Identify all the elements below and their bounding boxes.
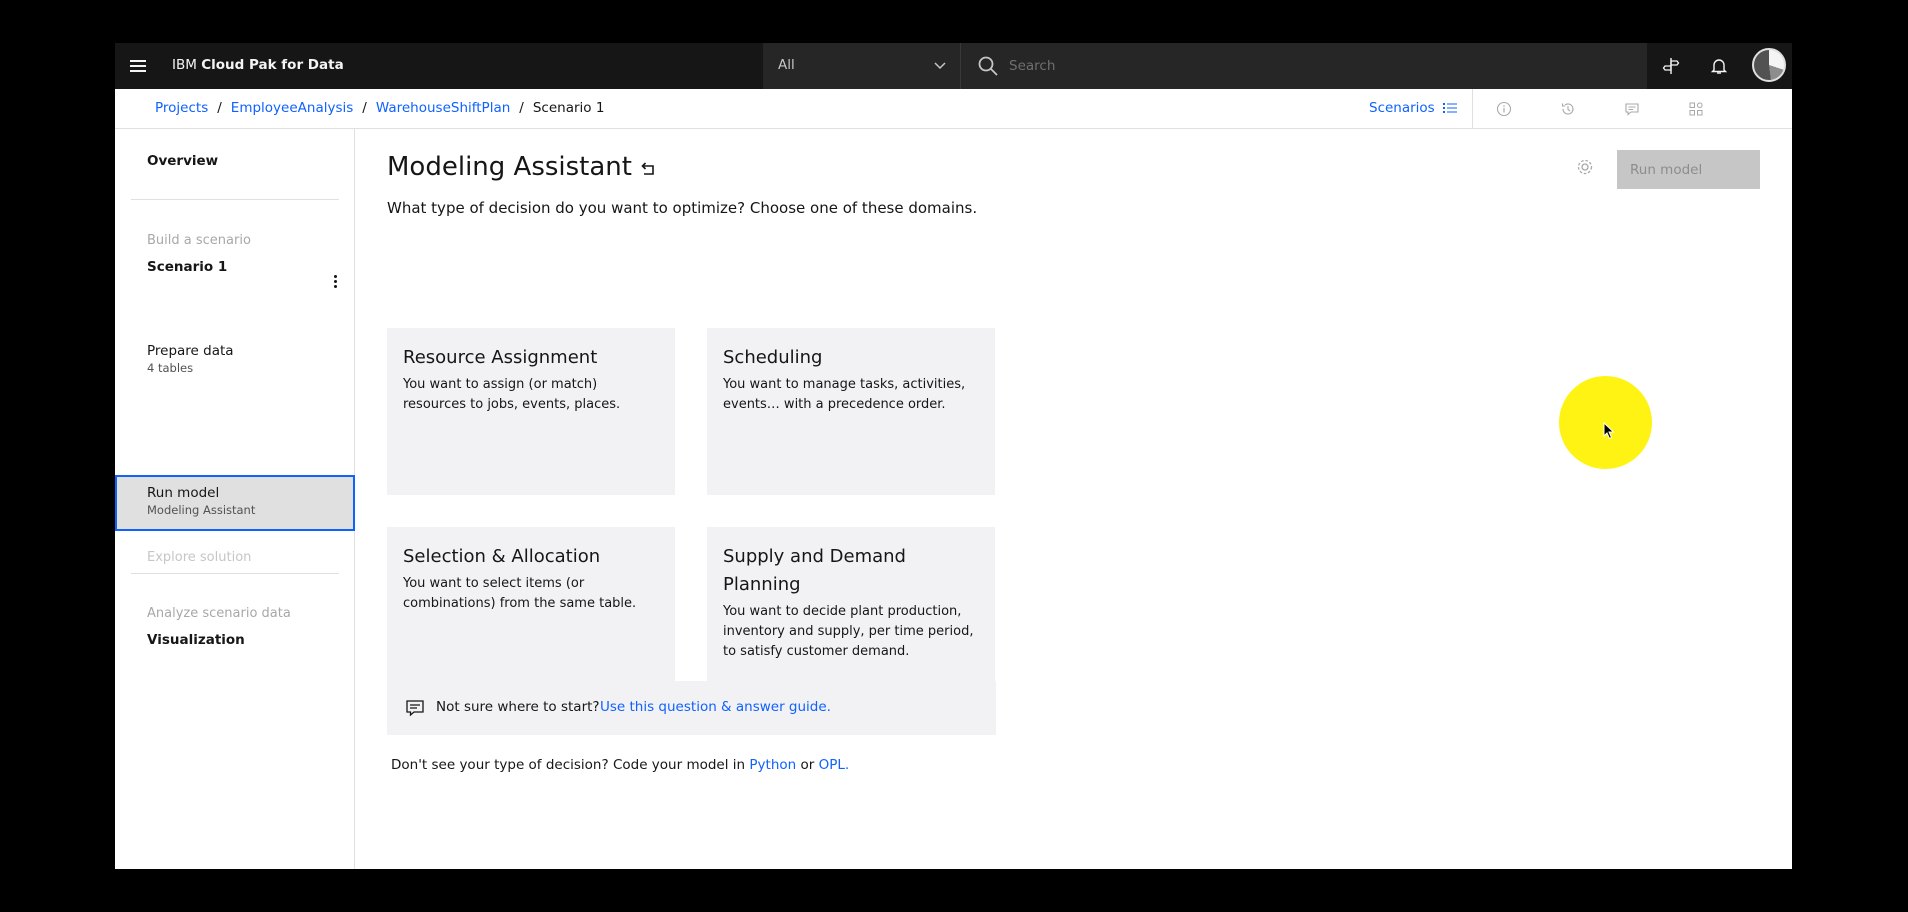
domain-card-supply-demand[interactable]: Supply and Demand Planning You want to d… — [707, 527, 995, 695]
breadcrumb-projects[interactable]: Projects — [155, 100, 208, 116]
mouse-pointer-icon — [1603, 422, 1615, 440]
brand-name: Cloud Pak for Data — [201, 57, 344, 73]
nav-run-sub: Modeling Assistant — [147, 503, 256, 517]
nav-divider — [131, 573, 339, 574]
info-icon[interactable] — [1490, 95, 1518, 123]
breadcrumb-current: Scenario 1 — [532, 100, 605, 116]
breadcrumb-separator: / — [217, 100, 222, 116]
domain-card-resource-assignment[interactable]: Resource Assignment You want to assign (… — [387, 328, 675, 495]
nav-explore-solution: Explore solution — [147, 550, 252, 565]
nav-build-label: Build a scenario — [147, 233, 251, 248]
reset-icon[interactable] — [637, 158, 659, 180]
global-search — [961, 43, 1647, 89]
breadcrumb-project[interactable]: EmployeeAnalysis — [231, 100, 353, 116]
card-title: Selection & Allocation — [403, 546, 601, 567]
nav-prepare-data[interactable]: Prepare data 4 tables — [115, 343, 355, 379]
chevron-down-icon — [934, 62, 946, 70]
opl-link[interactable]: OPL. — [819, 757, 850, 773]
run-model-button[interactable]: Run model — [1617, 150, 1760, 189]
product-brand[interactable]: IBM Cloud Pak for Data — [172, 57, 344, 73]
hamburger-menu-icon[interactable] — [115, 43, 161, 89]
nav-prepare-title: Prepare data — [147, 343, 234, 359]
signpost-icon[interactable] — [1647, 43, 1695, 89]
card-description: You want to select items (or combination… — [403, 576, 637, 611]
top-header: IBM Cloud Pak for Data All — [115, 43, 1792, 89]
breadcrumb-bar: Projects / EmployeeAnalysis / WarehouseShift… — [115, 89, 1792, 129]
notification-bell-icon[interactable] — [1695, 43, 1743, 89]
nav-visualization[interactable]: Visualization — [147, 632, 245, 648]
breadcrumb-separator: / — [519, 100, 524, 116]
chat-icon — [406, 700, 424, 717]
card-title: Resource Assignment — [403, 347, 598, 368]
card-title: Scheduling — [723, 347, 823, 368]
nav-analyze-label: Analyze scenario data — [147, 606, 291, 621]
page-subtitle: What type of decision do you want to opt… — [387, 199, 978, 217]
nav-prepare-sub: 4 tables — [147, 361, 194, 375]
app-window: IBM Cloud Pak for Data All Projects / Empl… — [115, 43, 1792, 869]
user-avatar[interactable] — [1752, 48, 1786, 82]
domain-card-scheduling[interactable]: Scheduling You want to manage tasks, act… — [707, 328, 995, 495]
brand-prefix: IBM — [172, 57, 197, 73]
settings-gear-icon[interactable] — [1574, 156, 1596, 178]
nav-overview[interactable]: Overview — [147, 153, 218, 169]
code-your-model-line: Don't see your type of decision? Code yo… — [391, 757, 849, 773]
side-navigation: Overview Build a scenario Scenario 1 Pre… — [115, 129, 355, 869]
qa-guide-link[interactable]: Use this question & answer guide. — [600, 699, 831, 715]
search-input[interactable] — [1009, 43, 1609, 89]
code-prefix-text: Don't see your type of decision? Code yo… — [391, 757, 746, 773]
search-icon — [978, 56, 998, 76]
list-icon — [1442, 103, 1457, 113]
nav-divider — [131, 199, 339, 200]
apps-icon[interactable] — [1682, 95, 1710, 123]
history-icon[interactable] — [1554, 95, 1582, 123]
help-text: Not sure where to start? — [436, 699, 600, 715]
breadcrumb-model[interactable]: WarehouseShiftPlan — [376, 100, 510, 116]
overflow-menu-icon[interactable] — [327, 271, 343, 291]
search-scope-dropdown[interactable]: All — [763, 43, 961, 89]
python-link[interactable]: Python — [749, 757, 796, 773]
breadcrumb-separator: / — [362, 100, 367, 116]
breadcrumb: Projects / EmployeeAnalysis / WarehouseShift… — [155, 100, 604, 116]
comment-icon[interactable] — [1618, 95, 1646, 123]
scenarios-button[interactable]: Scenarios — [1369, 100, 1457, 116]
card-description: You want to assign (or match) resources … — [403, 377, 621, 412]
nav-run-model[interactable]: Run model Modeling Assistant — [115, 475, 355, 531]
search-scope-value: All — [778, 57, 795, 73]
toolbar-divider — [1472, 89, 1473, 129]
card-description: You want to manage tasks, activities, ev… — [723, 377, 966, 412]
nav-scenario-name[interactable]: Scenario 1 — [147, 259, 227, 275]
code-or-text: or — [800, 757, 815, 773]
domain-card-selection-allocation[interactable]: Selection & Allocation You want to selec… — [387, 527, 675, 695]
main-content: Modeling Assistant What type of decision… — [356, 129, 1792, 869]
scenarios-label: Scenarios — [1369, 100, 1435, 116]
help-banner: Not sure where to start? Use this questi… — [387, 681, 996, 735]
nav-run-title: Run model — [147, 485, 220, 501]
page-title: Modeling Assistant — [387, 152, 632, 182]
card-title: Supply and Demand Planning — [723, 546, 906, 595]
card-description: You want to decide plant production, inv… — [723, 604, 974, 659]
